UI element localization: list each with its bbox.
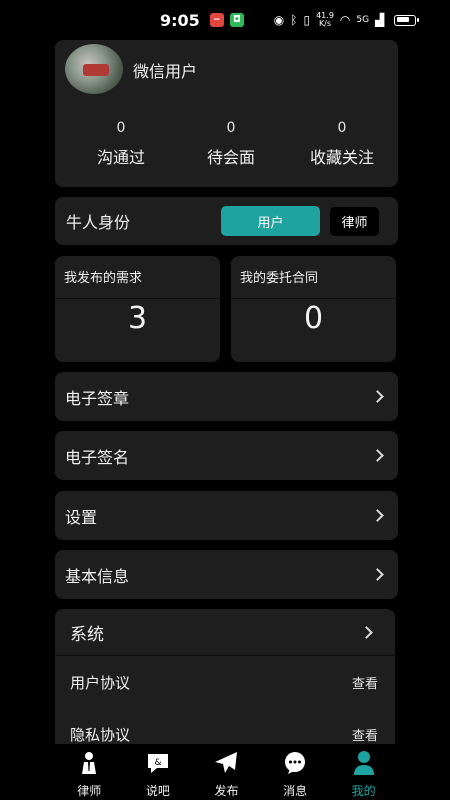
user-agreement-label: 用户协议: [70, 673, 131, 692]
tab-label: 我的: [351, 784, 376, 798]
tab-messages[interactable]: 消息: [261, 744, 330, 800]
stat-contacted-label: 沟通过: [96, 148, 145, 167]
lawyer-icon: [76, 750, 102, 776]
profile-page: 微信用户 0 沟通过 0 待会面 0 收藏关注 牛人身份 用户 律师 我发布的需…: [55, 40, 398, 744]
privacy-agreement-row[interactable]: 隐私协议 查看: [55, 708, 395, 744]
network-type: 5G: [356, 14, 370, 25]
avatar[interactable]: [65, 44, 123, 94]
system-header[interactable]: 系统: [55, 609, 395, 656]
svg-text:&: &: [154, 758, 161, 768]
menu-item-e-signature[interactable]: 电子签名: [55, 431, 398, 480]
privacy-agreement-label: 隐私协议: [70, 725, 131, 744]
menu-item-settings[interactable]: 设置: [55, 491, 398, 540]
wifi-icon: ◠: [339, 13, 351, 27]
tab-mine[interactable]: 我的: [329, 744, 398, 800]
plane-icon: [213, 750, 239, 776]
tab-label: 说吧: [145, 784, 170, 798]
signal-icon: ▟: [375, 13, 385, 27]
network-speed: 41.9 K/s: [316, 12, 334, 28]
tab-label: 律师: [77, 784, 102, 798]
role-title: 牛人身份: [66, 213, 131, 232]
person-icon: [351, 750, 377, 776]
chat-bubble-icon: &: [145, 750, 171, 776]
stat-pending-meeting[interactable]: 0 待会面: [176, 120, 286, 168]
role-card: 牛人身份 用户 律师: [55, 197, 398, 245]
menu-item-basic-info[interactable]: 基本信息: [55, 550, 398, 599]
my-requests-card[interactable]: 我发布的需求 3: [55, 256, 220, 362]
profile-card: 微信用户 0 沟通过 0 待会面 0 收藏关注: [55, 40, 398, 187]
menu-item-e-seal[interactable]: 电子签章: [55, 372, 398, 421]
chevron-right-icon: [371, 568, 384, 581]
stat-pending-meeting-value: 0: [226, 120, 236, 136]
network-speed-unit: K/s: [318, 19, 332, 28]
menu-item-label: 基本信息: [65, 566, 130, 586]
notification-green-icon: ◘: [229, 13, 244, 27]
my-contracts-card[interactable]: 我的委托合同 0: [231, 256, 396, 362]
menu-item-label: 设置: [65, 507, 98, 527]
my-requests-count: 3: [127, 301, 148, 336]
stat-favorites[interactable]: 0 收藏关注: [287, 120, 397, 168]
role-lawyer-button[interactable]: 律师: [330, 207, 379, 236]
vibrate-icon: ▯: [303, 13, 311, 27]
notification-red-icon: −: [209, 13, 224, 27]
privacy-agreement-view-link[interactable]: 查看: [352, 725, 378, 744]
stat-favorites-value: 0: [337, 120, 347, 136]
menu-item-label: 电子签章: [65, 388, 130, 408]
stat-favorites-label: 收藏关注: [309, 148, 374, 167]
status-time: 9:05: [160, 10, 200, 30]
stat-contacted-value: 0: [116, 120, 126, 136]
bluetooth-icon: ᛒ: [290, 13, 298, 27]
my-contracts-title: 我的委托合同: [231, 256, 396, 299]
system-card: 系统 用户协议 查看 隐私协议 查看: [55, 609, 395, 744]
battery-icon: [394, 14, 420, 26]
message-icon: [282, 750, 308, 776]
stat-pending-meeting-label: 待会面: [206, 148, 255, 167]
menu-item-label: 电子签名: [65, 447, 130, 467]
tab-publish[interactable]: 发布: [192, 744, 261, 800]
tab-label: 发布: [214, 784, 239, 798]
role-user-button[interactable]: 用户: [221, 206, 320, 236]
tab-label: 消息: [283, 784, 308, 798]
stat-contacted[interactable]: 0 沟通过: [66, 120, 176, 168]
bottom-tab-bar: 律师 & 说吧 发布 消息 我的: [55, 744, 398, 800]
tab-lawyer[interactable]: 律师: [55, 744, 124, 800]
chevron-right-icon: [371, 509, 384, 522]
chevron-right-icon: [371, 449, 384, 462]
chevron-right-icon: [371, 390, 384, 403]
username[interactable]: 微信用户: [133, 58, 197, 82]
user-agreement-view-link[interactable]: 查看: [352, 673, 378, 692]
my-contracts-count: 0: [303, 301, 324, 336]
eye-icon: ◉: [273, 13, 285, 27]
chevron-right-icon: [360, 625, 373, 639]
tab-chat[interactable]: & 说吧: [124, 744, 193, 800]
system-title: 系统: [70, 624, 104, 645]
my-requests-title: 我发布的需求: [55, 256, 220, 299]
status-bar: 9:05 − ◘ ◉ ᛒ ▯ 41.9 K/s ◠ 5G ▟: [0, 0, 450, 40]
user-agreement-row[interactable]: 用户协议 查看: [55, 656, 395, 708]
